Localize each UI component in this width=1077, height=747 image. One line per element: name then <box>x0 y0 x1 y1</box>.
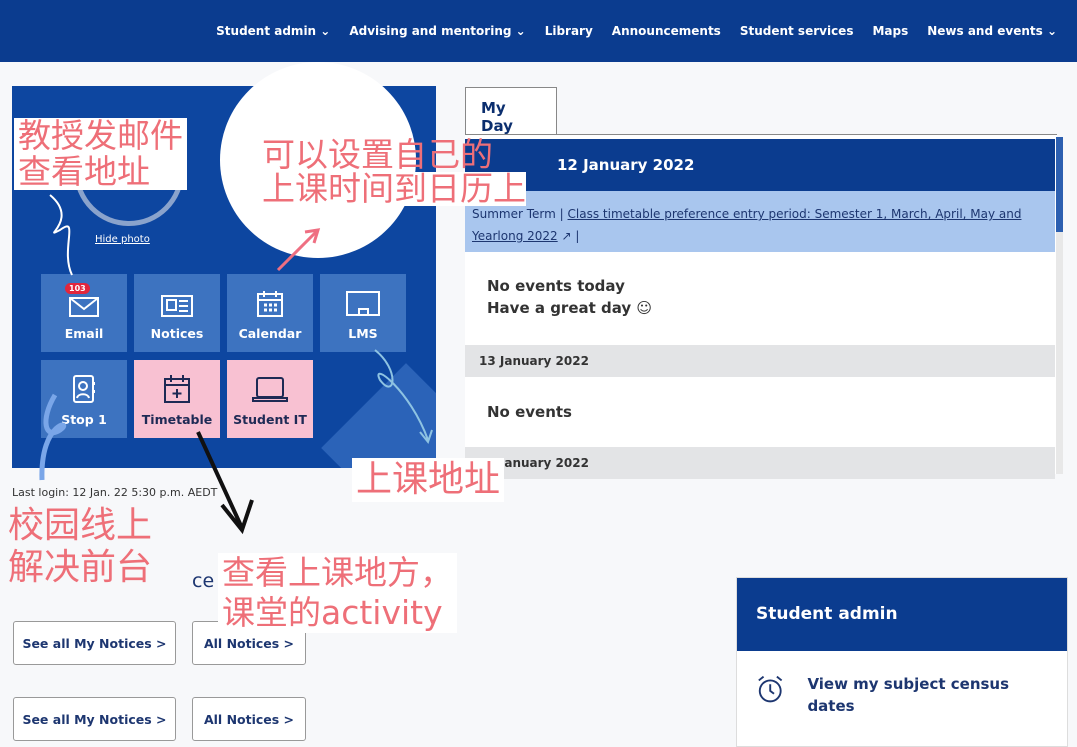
tile-calendar[interactable]: Calendar <box>227 274 313 352</box>
unread-badge: 103 <box>65 283 90 294</box>
tile-lms[interactable]: LMS <box>320 274 406 352</box>
alarm-clock-icon <box>758 675 783 703</box>
annotation-lms: 上课地址 <box>352 458 505 502</box>
tile-label: Stop 1 <box>61 412 107 427</box>
see-all-my-notices-button[interactable]: See all My Notices > <box>13 697 176 741</box>
tile-stop1[interactable]: Stop 1 <box>41 360 127 438</box>
tab-my-day[interactable]: My Day <box>465 87 557 135</box>
day-header: 13 January 2022 <box>465 345 1055 377</box>
notices-heading-partial: ce <box>192 570 215 592</box>
term-label: Summer Term <box>472 207 556 221</box>
greeting-text: Have a great day ☺ <box>487 299 653 317</box>
nav-student-services[interactable]: Student services <box>740 24 854 38</box>
external-link-icon: ↗ <box>561 229 572 243</box>
top-nav: Student admin ⌄ Advising and mentoring ⌄… <box>0 0 1077 62</box>
annotation-timetable: 查看上课地方， 课堂的activity <box>218 553 457 633</box>
nav-advising[interactable]: Advising and mentoring ⌄ <box>349 24 525 38</box>
nav-news-events[interactable]: News and events ⌄ <box>927 24 1057 38</box>
laptop-board-icon <box>346 291 380 316</box>
tile-timetable[interactable]: Timetable <box>134 360 220 438</box>
tile-label: Timetable <box>141 412 213 427</box>
annotation-calendar: 可以设置自己的 上课时间到日历上 <box>262 135 526 208</box>
census-dates-link[interactable]: View my subject census dates <box>737 651 1067 739</box>
scrollbar-thumb[interactable] <box>1056 137 1063 232</box>
last-login: Last login: 12 Jan. 22 5:30 p.m. AEDT <box>12 486 218 499</box>
tile-notices[interactable]: Notices <box>134 274 220 352</box>
nav-student-admin[interactable]: Student admin ⌄ <box>216 24 330 38</box>
calendar-plus-icon <box>164 375 190 403</box>
tile-label: Email <box>64 326 104 341</box>
scrollbar[interactable] <box>1056 137 1063 474</box>
tile-label: LMS <box>348 326 378 341</box>
student-admin-card: Student admin View my subject census dat… <box>736 577 1068 747</box>
all-notices-button[interactable]: All Notices > <box>192 697 306 741</box>
my-day-panel: 12 January 2022 Summer Term | Class time… <box>465 134 1057 479</box>
census-dates-label: View my subject census dates <box>807 675 1010 715</box>
tile-email[interactable]: 103 Email <box>41 274 127 352</box>
no-events-text: No events <box>487 403 572 421</box>
today-date-header: 12 January 2022 <box>465 139 1055 191</box>
separator: | <box>575 229 580 243</box>
no-events-text: No events today <box>487 277 625 295</box>
card-title: Student admin <box>737 578 1067 651</box>
annotation-email: 教授发邮件 查看地址 <box>14 118 187 190</box>
tile-label: Notices <box>150 326 204 341</box>
day-header: 14 January 2022 <box>465 447 1055 479</box>
see-all-my-notices-button[interactable]: See all My Notices > <box>13 621 176 665</box>
hide-photo-link[interactable]: Hide photo <box>95 234 150 245</box>
contact-book-icon <box>73 375 95 403</box>
today-events: No events today Have a great day ☺ <box>487 275 652 319</box>
nav-library[interactable]: Library <box>545 24 593 38</box>
separator: | <box>559 207 564 221</box>
decoration <box>321 363 436 468</box>
newspaper-icon <box>161 295 193 317</box>
nav-maps[interactable]: Maps <box>872 24 908 38</box>
annotation-stop1: 校园线上 解决前台 <box>8 505 153 588</box>
tile-label: Calendar <box>238 326 302 341</box>
term-strip: Summer Term | Class timetable preference… <box>465 191 1055 252</box>
envelope-icon <box>69 297 99 317</box>
tile-student-it[interactable]: Student IT <box>227 360 313 438</box>
calendar-icon <box>257 291 283 317</box>
tile-label: Student IT <box>233 412 307 427</box>
nav-announcements[interactable]: Announcements <box>612 24 721 38</box>
laptop-icon <box>252 377 288 402</box>
